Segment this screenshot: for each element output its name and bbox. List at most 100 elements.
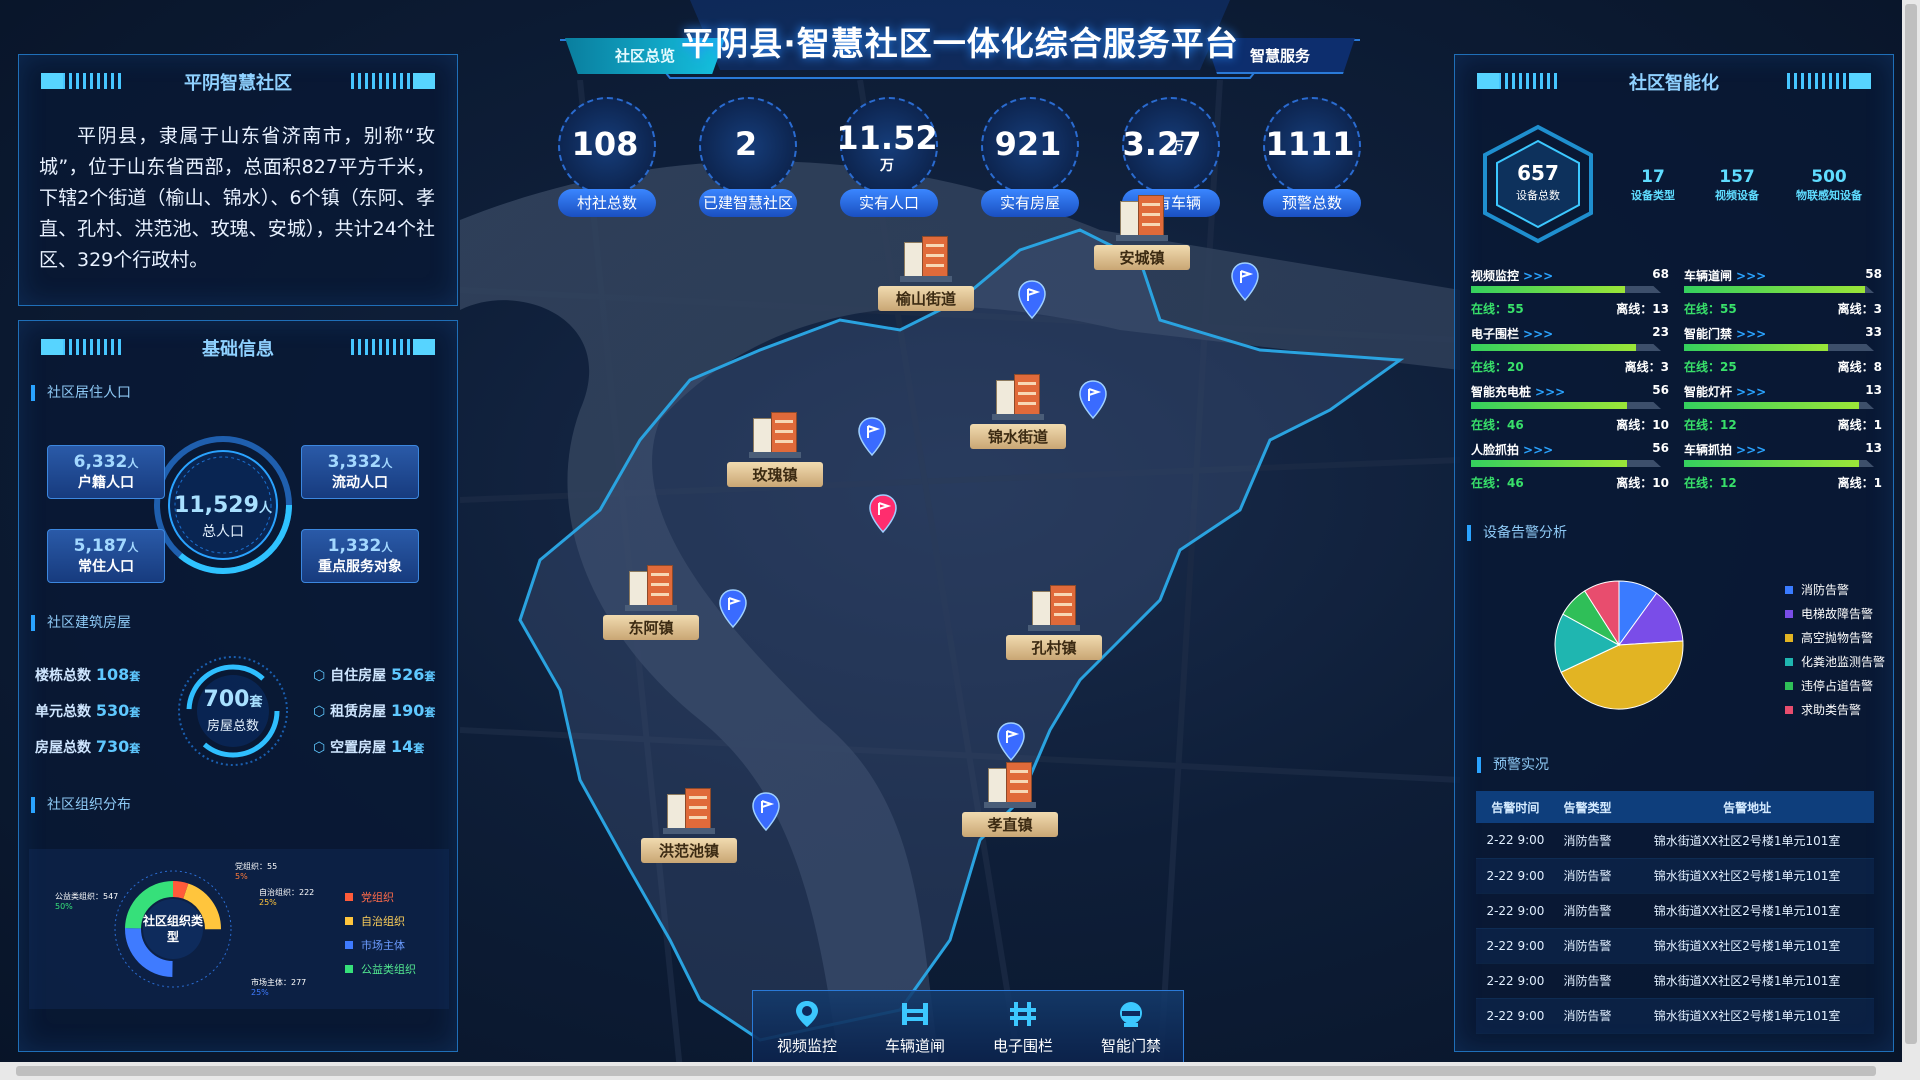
stat-smart-communities[interactable]: 2 已建智慧社区 — [691, 97, 801, 217]
stat-value: 3.27 — [1122, 125, 1202, 163]
population-card-label: 常住人口 — [78, 559, 134, 575]
org-callout: 党组织：55 5% — [235, 862, 278, 881]
device-offline: 离线：1 — [1837, 418, 1882, 432]
stat-population[interactable]: 11.52 万实有人口 — [832, 97, 942, 217]
device-name: 智能门禁 >>> — [1684, 327, 1767, 341]
device-online: 在线：55 — [1471, 302, 1524, 316]
stat-villages[interactable]: 108 村社总数 — [550, 97, 660, 217]
table-cell: 消防告警 — [1554, 823, 1621, 859]
population-card[interactable]: 1,332人 重点服务对象 — [301, 529, 419, 583]
device-offline: 离线：3 — [1837, 302, 1882, 316]
warning-table: 告警时间 告警类型 告警地址 2-22 9:00 消防告警 锦水街道XX社区2号楼1… — [1476, 791, 1874, 1034]
housing-stat: ⬡ 自住房屋 526套 — [313, 665, 436, 684]
table-cell: 锦水街道XX社区2号楼1单元101室 — [1620, 963, 1874, 999]
town-marker[interactable]: 孔村镇 — [1006, 585, 1102, 660]
table-row[interactable]: 2-22 9:00 消防告警 锦水街道XX社区2号楼1单元101室 — [1476, 963, 1874, 999]
device-summary: 17 设备类型 — [1631, 167, 1675, 202]
stat-value: 2 — [734, 125, 758, 163]
population-card[interactable]: 3,332人 流动人口 — [301, 445, 419, 499]
population-card[interactable]: 5,187人 常住人口 — [47, 529, 165, 583]
table-cell: 锦水街道XX社区2号楼1单元101室 — [1620, 928, 1874, 964]
device-online-bar — [1684, 460, 1874, 467]
device-name: 智能充电桩 >>> — [1471, 385, 1566, 399]
fence-icon — [1010, 1002, 1036, 1026]
scrollbar-thumb[interactable] — [16, 1066, 1876, 1076]
housing-stat: 房屋总数 730套 — [35, 737, 141, 756]
vertical-scrollbar[interactable] — [1902, 0, 1920, 1062]
table-row[interactable]: 2-22 9:00 消防告警 锦水街道XX社区2号楼1单元101室 — [1476, 893, 1874, 929]
table-cell: 消防告警 — [1554, 998, 1621, 1034]
device-online-bar — [1471, 344, 1661, 351]
device-online-bar — [1471, 460, 1661, 467]
population-card[interactable]: 6,332人 户籍人口 — [47, 445, 165, 499]
building-icon — [992, 374, 1044, 420]
device-total-label: 设备总数 — [1516, 189, 1560, 202]
device-name: 电子围栏 >>> — [1471, 327, 1554, 341]
table-cell: 锦水街道XX社区2号楼1单元101室 — [1620, 893, 1874, 929]
map-pin-icon[interactable] — [718, 589, 748, 629]
horizontal-scrollbar[interactable] — [0, 1062, 1920, 1080]
stat-houses[interactable]: 921 实有房屋 — [973, 97, 1083, 217]
map-pin-icon[interactable] — [1230, 262, 1260, 302]
scrollbar-thumb[interactable] — [1905, 4, 1917, 1044]
nav-electronic-fence[interactable]: 电子围栏 — [969, 999, 1077, 1056]
device-offline: 离线：10 — [1616, 418, 1669, 432]
nav-vehicle-gate[interactable]: 车辆道闸 — [861, 999, 969, 1056]
map-pin-icon[interactable] — [751, 792, 781, 832]
table-cell: 2-22 9:00 — [1476, 928, 1555, 964]
device-online: 在线：20 — [1471, 360, 1524, 374]
town-marker[interactable]: 锦水街道 — [970, 374, 1066, 449]
stat-warnings[interactable]: 1111 预警总数 — [1255, 97, 1365, 217]
device-online: 在线：46 — [1471, 476, 1524, 490]
table-row[interactable]: 2-22 9:00 消防告警 锦水街道XX社区2号楼1单元101室 — [1476, 998, 1874, 1034]
housing-total-label: 房屋总数 — [206, 719, 259, 734]
map-pin-icon[interactable] — [1017, 280, 1047, 320]
building-icon: ⬡ — [313, 668, 326, 684]
column-header: 告警地址 — [1620, 791, 1874, 823]
section-warnings: 预警实况 — [1477, 757, 1549, 773]
town-marker[interactable]: 孝直镇 — [962, 762, 1058, 837]
org-legend-item: 自治组织 — [345, 913, 405, 929]
stat-label: 实有房屋 — [981, 189, 1079, 217]
town-marker[interactable]: 安城镇 — [1094, 195, 1190, 270]
basic-info-title: 基础信息 — [202, 339, 274, 360]
map-pin-icon[interactable] — [996, 722, 1026, 762]
housing-stat: 单元总数 530套 — [35, 701, 141, 720]
column-header: 告警类型 — [1554, 791, 1621, 823]
basic-info-panel: 基础信息 社区居住人口 11,529人 总人口 6,332人 户籍人口 3,332… — [18, 320, 458, 1052]
town-label: 孔村镇 — [1006, 635, 1102, 660]
stat-label: 村社总数 — [558, 189, 656, 217]
nav-access-control[interactable]: 智能门禁 — [1077, 999, 1185, 1056]
map-pin-icon[interactable] — [1078, 380, 1108, 420]
table-cell: 消防告警 — [1554, 893, 1621, 929]
table-cell: 2-22 9:00 — [1476, 998, 1555, 1034]
town-label: 东阿镇 — [603, 615, 699, 640]
nav-video-monitoring[interactable]: 视频监控 — [753, 999, 861, 1056]
org-callout: 公益类组织：547 50% — [55, 892, 119, 911]
building-icon — [984, 762, 1036, 808]
alarm-pie-chart[interactable] — [1553, 579, 1685, 711]
table-row[interactable]: 2-22 9:00 消防告警 锦水街道XX社区2号楼1单元101室 — [1476, 928, 1874, 964]
device-online: 在线：55 — [1684, 302, 1737, 316]
town-marker[interactable]: 玫瑰镇 — [727, 412, 823, 487]
stat-label: 预警总数 — [1263, 189, 1361, 217]
device-name: 车辆抓拍 >>> — [1684, 443, 1767, 457]
table-row[interactable]: 2-22 9:00 消防告警 锦水街道XX社区2号楼1单元101室 — [1476, 823, 1874, 859]
device-online: 在线：12 — [1684, 418, 1737, 432]
org-callout: 市场主体：277 25% — [251, 978, 307, 997]
device-name: 智能灯杆 >>> — [1684, 385, 1767, 399]
map-pin-icon[interactable] — [857, 417, 887, 457]
legend-item: 高空抛物告警 — [1785, 629, 1873, 646]
town-label: 玫瑰镇 — [727, 462, 823, 487]
town-marker[interactable]: 榆山街道 — [878, 236, 974, 311]
building-icon — [1116, 195, 1168, 241]
town-marker[interactable]: 洪范池镇 — [641, 788, 737, 863]
stat-value: 11.52 — [836, 119, 938, 157]
intro-text: 平阴县，隶属于山东省济南市，别称“玫城”，位于山东省西部，总面积827平方千米，… — [39, 125, 435, 271]
map-pin-icon[interactable] — [868, 494, 898, 534]
town-marker[interactable]: 东阿镇 — [603, 565, 699, 640]
org-legend-item: 公益类组织 — [345, 961, 416, 977]
table-row[interactable]: 2-22 9:00 消防告警 锦水街道XX社区2号楼1单元101室 — [1476, 858, 1874, 894]
table-cell: 锦水街道XX社区2号楼1单元101室 — [1620, 998, 1874, 1034]
device-online-bar — [1684, 286, 1874, 293]
